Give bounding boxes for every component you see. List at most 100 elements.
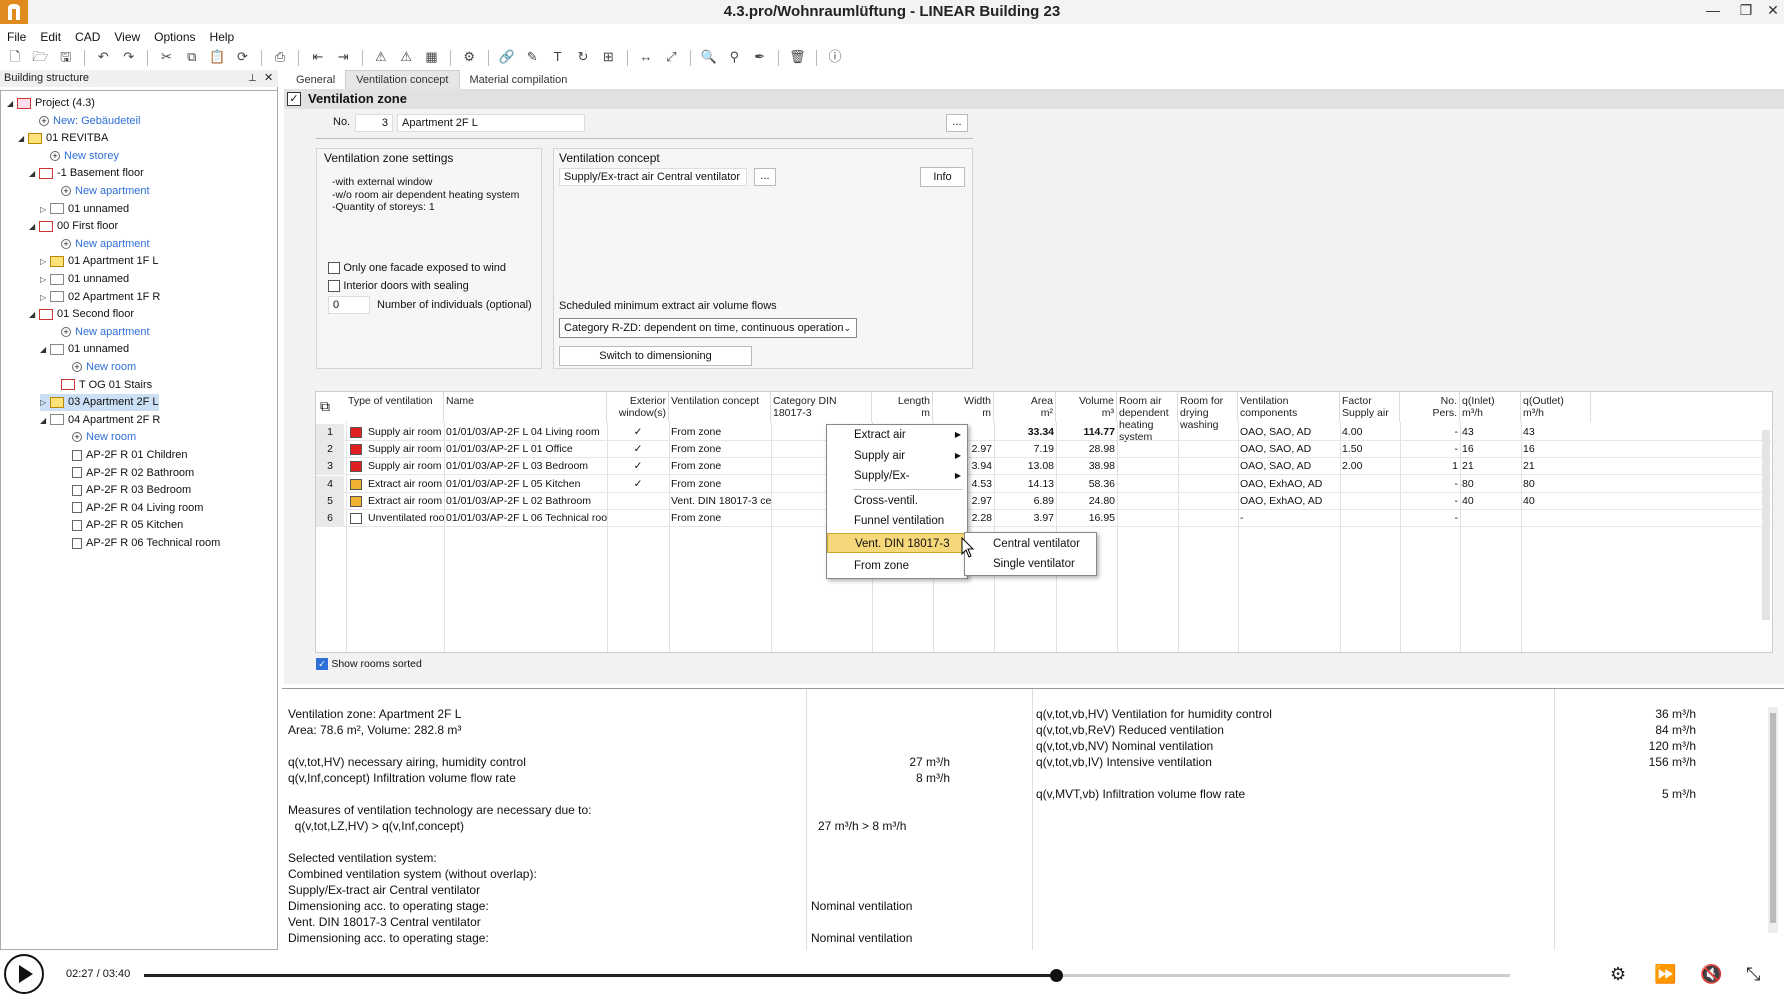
- text-icon[interactable]: T: [547, 46, 569, 68]
- doors-checkbox-row[interactable]: Interior doors with sealing: [328, 278, 469, 292]
- expand-toggle-icon[interactable]: ◢: [18, 130, 28, 147]
- facade-checkbox-row[interactable]: Only one facade exposed to wind: [328, 260, 506, 274]
- row-number[interactable]: 5: [316, 492, 344, 510]
- cell-pers[interactable]: 1: [1400, 458, 1460, 475]
- cell-qout[interactable]: 80: [1521, 476, 1591, 493]
- rotate-icon[interactable]: ↻: [572, 46, 594, 68]
- table-row[interactable]: 1 Supply air room 01/01/03/AP-2F L 04 Livi…: [316, 424, 1774, 441]
- tab-general[interactable]: General: [286, 71, 345, 89]
- cell-vol[interactable]: 28.98: [1056, 441, 1117, 458]
- expand-toggle-icon[interactable]: ◢: [29, 165, 39, 182]
- cell-dry[interactable]: [1178, 424, 1238, 441]
- tree-item[interactable]: + New storey: [40, 148, 119, 165]
- copy-table-icon[interactable]: ⧉: [320, 398, 330, 415]
- tree-item[interactable]: ▷ 01 unnamed: [40, 201, 129, 218]
- cell-area[interactable]: 33.34: [994, 424, 1056, 441]
- cell-type[interactable]: Unventilated room: [366, 510, 444, 527]
- cell-qout[interactable]: [1521, 510, 1591, 527]
- concept-more-button[interactable]: ...: [754, 168, 776, 186]
- new-file-icon[interactable]: 🗋: [4, 46, 26, 68]
- cell-qout[interactable]: 43: [1521, 424, 1591, 441]
- column-header[interactable]: Length m: [872, 392, 933, 422]
- zoom-icon[interactable]: 🔍: [698, 46, 720, 68]
- tree-item[interactable]: ◢ 04 Apartment 2F R: [40, 412, 160, 429]
- close-panel-icon[interactable]: ✕: [264, 70, 273, 87]
- cell-comp[interactable]: OAO, SAO, AD: [1238, 424, 1340, 441]
- row-number[interactable]: 1: [316, 424, 344, 441]
- menu-item-vent-din[interactable]: Vent. DIN 18017-3: [827, 533, 967, 553]
- cell-vol[interactable]: 24.80: [1056, 493, 1117, 510]
- menu-help[interactable]: Help: [203, 28, 242, 46]
- zone-more-button[interactable]: ...: [946, 114, 968, 132]
- expand-toggle-icon[interactable]: ▷: [40, 289, 50, 306]
- calculator-icon[interactable]: ▦: [421, 46, 443, 68]
- cell-dry[interactable]: [1178, 510, 1238, 527]
- cell-concept[interactable]: From zone: [669, 458, 771, 475]
- cell-win[interactable]: ✓: [607, 476, 669, 493]
- tree-item[interactable]: + New: Gebäudeteil: [29, 113, 140, 130]
- cell-dry[interactable]: [1178, 441, 1238, 458]
- pin-icon[interactable]: ⊥: [248, 70, 257, 87]
- column-header[interactable]: Area m²: [994, 392, 1056, 422]
- cell-qin[interactable]: 16: [1460, 441, 1521, 458]
- tree-item[interactable]: ▷ 03 Apartment 2F L: [40, 394, 159, 412]
- menu-item-from-zone[interactable]: From zone: [827, 556, 967, 576]
- expand-toggle-icon[interactable]: ◢: [40, 412, 50, 429]
- table-row[interactable]: 5 Extract air room 01/01/03/AP-2F L 02 Bat…: [316, 492, 1774, 510]
- cell-type[interactable]: Supply air room: [366, 441, 444, 458]
- cell-area[interactable]: 14.13: [994, 476, 1056, 493]
- cell-type[interactable]: Extract air room: [366, 493, 444, 510]
- tree-item[interactable]: ◢ 01 REVITBA: [18, 130, 108, 147]
- cell-area[interactable]: 6.89: [994, 493, 1056, 510]
- expand-toggle-icon[interactable]: ◢: [7, 95, 17, 112]
- tree-item[interactable]: + New apartment: [51, 183, 150, 200]
- cell-area[interactable]: 13.08: [994, 458, 1056, 475]
- tree-item[interactable]: T OG 01 Stairs: [51, 377, 152, 394]
- cell-comp[interactable]: OAO, ExhAO, AD: [1238, 476, 1340, 493]
- cell-dry[interactable]: [1178, 493, 1238, 510]
- cell-concept[interactable]: From zone: [669, 424, 771, 441]
- menu-view[interactable]: View: [107, 28, 147, 46]
- cell-name[interactable]: 01/01/03/AP-2F L 05 Kitchen: [444, 476, 607, 493]
- submenu-single-ventilator[interactable]: Single ventilator: [965, 554, 1096, 574]
- cell-qout[interactable]: 21: [1521, 458, 1591, 475]
- cell-factor[interactable]: 2.00: [1340, 458, 1400, 475]
- column-header[interactable]: Ventilation components: [1238, 392, 1340, 422]
- row-number[interactable]: 6: [316, 510, 344, 527]
- cell-dep[interactable]: [1117, 441, 1178, 458]
- exit-fullscreen-icon[interactable]: ⤡: [1746, 964, 1760, 985]
- cell-concept[interactable]: From zone: [669, 441, 771, 458]
- column-header[interactable]: Name: [444, 392, 607, 422]
- cell-name[interactable]: 01/01/03/AP-2F L 03 Bedroom: [444, 458, 607, 475]
- close-window-button[interactable]: ✕: [1760, 2, 1784, 22]
- play-button[interactable]: [4, 954, 44, 994]
- cell-name[interactable]: 01/01/03/AP-2F L 02 Bathroom: [444, 493, 607, 510]
- cell-type[interactable]: Extract air room: [366, 476, 444, 493]
- column-header[interactable]: q(Outlet) m³/h: [1521, 392, 1591, 422]
- expand-toggle-icon[interactable]: ▷: [40, 394, 50, 411]
- scale-icon[interactable]: ⤢: [660, 46, 682, 68]
- menu-item-cross-ventilation[interactable]: Cross-ventil.: [827, 491, 967, 511]
- undo-icon[interactable]: ↶: [92, 46, 114, 68]
- cell-name[interactable]: 01/01/03/AP-2F L 04 Living room: [444, 424, 607, 441]
- cell-area[interactable]: 7.19: [994, 441, 1056, 458]
- show-sorted-checkbox[interactable]: ✓: [316, 657, 328, 670]
- tree-item[interactable]: ▷ 01 unnamed: [40, 271, 129, 288]
- cell-concept[interactable]: Vent. DIN 18017-3 ce...: [669, 493, 771, 510]
- cell-comp[interactable]: OAO, SAO, AD: [1238, 441, 1340, 458]
- cell-comp[interactable]: OAO, ExhAO, AD: [1238, 493, 1340, 510]
- save-icon[interactable]: 🖫: [55, 46, 77, 68]
- import-icon[interactable]: ⇤: [307, 46, 329, 68]
- column-header[interactable]: Volume m³: [1056, 392, 1117, 422]
- info-icon[interactable]: ⓘ: [824, 46, 846, 68]
- cell-dep[interactable]: [1117, 424, 1178, 441]
- menu-cad[interactable]: CAD: [68, 28, 107, 46]
- cell-qin[interactable]: 40: [1460, 493, 1521, 510]
- cell-dep[interactable]: [1117, 493, 1178, 510]
- warning-icon[interactable]: ⚠: [370, 46, 392, 68]
- table-row[interactable]: 4 Extract air room 01/01/03/AP-2F L 05 Kit…: [316, 475, 1774, 493]
- column-header[interactable]: q(Inlet) m³/h: [1460, 392, 1521, 422]
- cell-factor[interactable]: 1.50: [1340, 441, 1400, 458]
- open-folder-icon[interactable]: 🗁: [29, 46, 51, 68]
- settings-gear-icon[interactable]: ⚙: [1610, 964, 1626, 985]
